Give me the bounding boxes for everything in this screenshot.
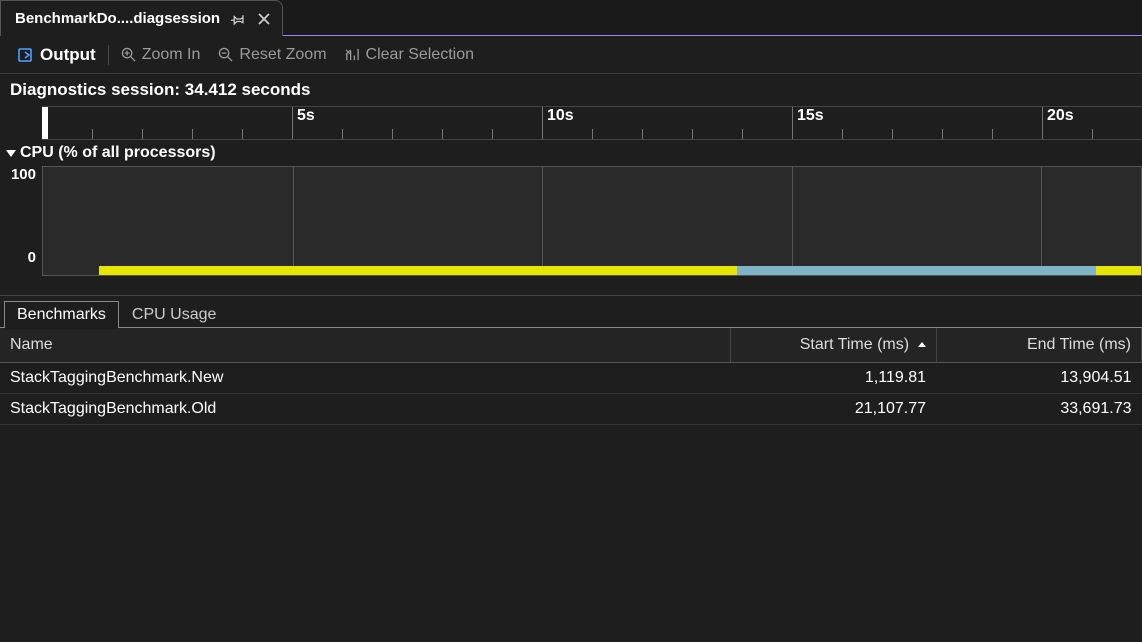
clear-selection-button[interactable]: Clear Selection (337, 42, 483, 68)
chart-title: CPU (% of all processors) (20, 144, 216, 162)
lower-panel: Benchmarks CPU Usage Name Start Time (ms… (0, 296, 1142, 425)
chart-title-row: CPU (% of all processors) (0, 140, 1142, 166)
clear-selection-icon (345, 47, 360, 62)
col-start-time-label: Start Time (ms) (800, 336, 909, 353)
tab-benchmarks[interactable]: Benchmarks (4, 301, 119, 328)
toolbar-separator (108, 45, 109, 65)
reset-zoom-label: Reset Zoom (239, 46, 326, 64)
reset-zoom-button[interactable]: Reset Zoom (210, 42, 334, 68)
tab-cpu-usage[interactable]: CPU Usage (119, 301, 229, 328)
pin-icon[interactable] (230, 11, 246, 27)
zoom-in-label: Zoom In (142, 46, 201, 64)
output-button[interactable]: Output (10, 41, 104, 69)
cell-start: 21,107.77 (731, 394, 936, 425)
col-start-time[interactable]: Start Time (ms) (731, 328, 936, 363)
benchmarks-table: Name Start Time (ms) End Time (ms) Stack… (0, 328, 1142, 425)
lower-tabstrip: Benchmarks CPU Usage (0, 296, 1142, 328)
sort-asc-icon (918, 336, 926, 354)
reset-zoom-icon (218, 47, 233, 62)
y-tick-100: 100 (11, 166, 36, 183)
chart-plot[interactable] (42, 166, 1142, 276)
cell-name: StackTaggingBenchmark.Old (0, 394, 731, 425)
clear-selection-label: Clear Selection (366, 46, 475, 64)
ruler-tick-label: 15s (797, 107, 824, 125)
table-row[interactable]: StackTaggingBenchmark.Old21,107.7733,691… (0, 394, 1142, 425)
cpu-chart: 100 0 (0, 166, 1142, 276)
ruler-tick-label: 20s (1047, 107, 1074, 125)
cell-end: 13,904.51 (936, 363, 1141, 394)
collapse-icon[interactable] (6, 148, 16, 158)
tabbar-underline (283, 35, 1142, 36)
cell-start: 1,119.81 (731, 363, 936, 394)
document-tab[interactable]: BenchmarkDo....diagsession (0, 0, 283, 36)
chart-spacer (0, 276, 1142, 296)
zoom-in-button[interactable]: Zoom In (113, 42, 209, 68)
cell-end: 33,691.73 (936, 394, 1141, 425)
ruler-tick-label: 5s (297, 107, 315, 125)
document-tabbar: BenchmarkDo....diagsession (0, 0, 1142, 36)
session-duration: 34.412 seconds (185, 80, 311, 99)
col-end-time[interactable]: End Time (ms) (936, 328, 1141, 363)
chart-series-band (1096, 266, 1141, 275)
session-header: Diagnostics session: 34.412 seconds (0, 74, 1142, 106)
timeline-ruler[interactable]: 5s 10s 15s 20s (42, 106, 1142, 140)
cell-name: StackTaggingBenchmark.New (0, 363, 731, 394)
output-icon (18, 47, 34, 63)
y-tick-0: 0 (28, 249, 36, 266)
chart-series-band (737, 266, 1096, 275)
zoom-in-icon (121, 47, 136, 62)
close-icon[interactable] (256, 11, 272, 27)
col-name[interactable]: Name (0, 328, 731, 363)
table-row[interactable]: StackTaggingBenchmark.New1,119.8113,904.… (0, 363, 1142, 394)
ruler-tick-label: 10s (547, 107, 574, 125)
output-label: Output (40, 45, 96, 65)
timeline-cursor[interactable] (42, 107, 48, 139)
chart-series-band (99, 266, 737, 275)
session-prefix: Diagnostics session: (10, 80, 185, 99)
toolbar: Output Zoom In Reset Zoom Clear Selectio… (0, 36, 1142, 74)
chart-y-axis: 100 0 (0, 166, 42, 276)
document-tab-title: BenchmarkDo....diagsession (15, 10, 220, 27)
